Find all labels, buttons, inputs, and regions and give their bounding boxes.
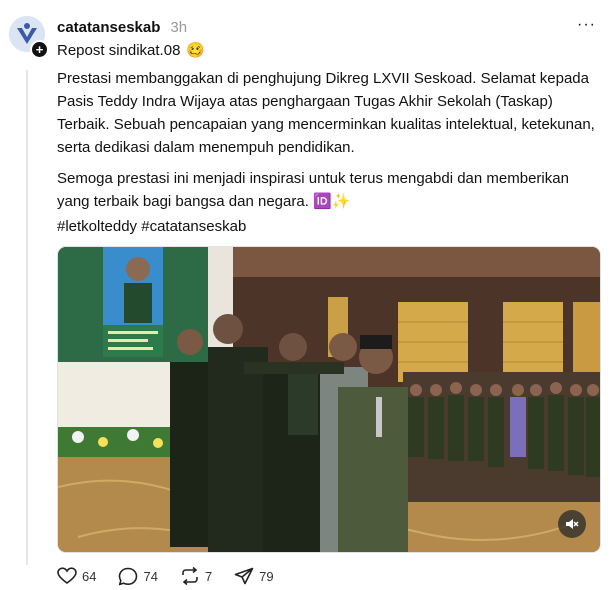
- heart-icon: [57, 567, 77, 584]
- mute-icon[interactable]: [558, 510, 586, 538]
- post-caption: Prestasi membanggakan di penghujung Dikr…: [57, 67, 602, 221]
- like-button[interactable]: 64: [57, 567, 96, 585]
- follow-plus-icon[interactable]: +: [30, 40, 49, 59]
- share-count: 79: [259, 568, 274, 584]
- thread-line: [26, 70, 28, 565]
- more-icon[interactable]: ···: [577, 16, 596, 34]
- share-button[interactable]: 79: [234, 567, 274, 585]
- repost-count: 7: [204, 568, 213, 584]
- share-icon: [234, 567, 254, 585]
- post-video[interactable]: [57, 246, 601, 553]
- timestamp[interactable]: 3h: [170, 19, 187, 36]
- repost-line: Repost sindikat.08 🥴: [57, 41, 206, 60]
- hashtags[interactable]: #letkolteddy #catatanseskab: [57, 218, 246, 235]
- comment-icon: [119, 567, 138, 585]
- reply-count: 74: [143, 568, 158, 584]
- username[interactable]: catatanseskab: [57, 19, 160, 36]
- repost-emoji: 🥴: [186, 42, 206, 59]
- caption-paragraph-1: Prestasi membanggakan di penghujung Dikr…: [57, 70, 595, 156]
- repost-text[interactable]: Repost sindikat.08: [57, 42, 180, 59]
- post-header: catatanseskab 3h: [57, 17, 187, 37]
- video-frame: [58, 247, 600, 552]
- post-actions: 64 74 7 79: [57, 566, 296, 586]
- repost-button[interactable]: 7: [180, 567, 212, 585]
- repost-icon: [182, 567, 198, 585]
- caption-paragraph-2: Semoga prestasi ini menjadi inspirasi un…: [57, 170, 569, 210]
- reply-button[interactable]: 74: [118, 567, 158, 586]
- like-count: 64: [82, 568, 97, 584]
